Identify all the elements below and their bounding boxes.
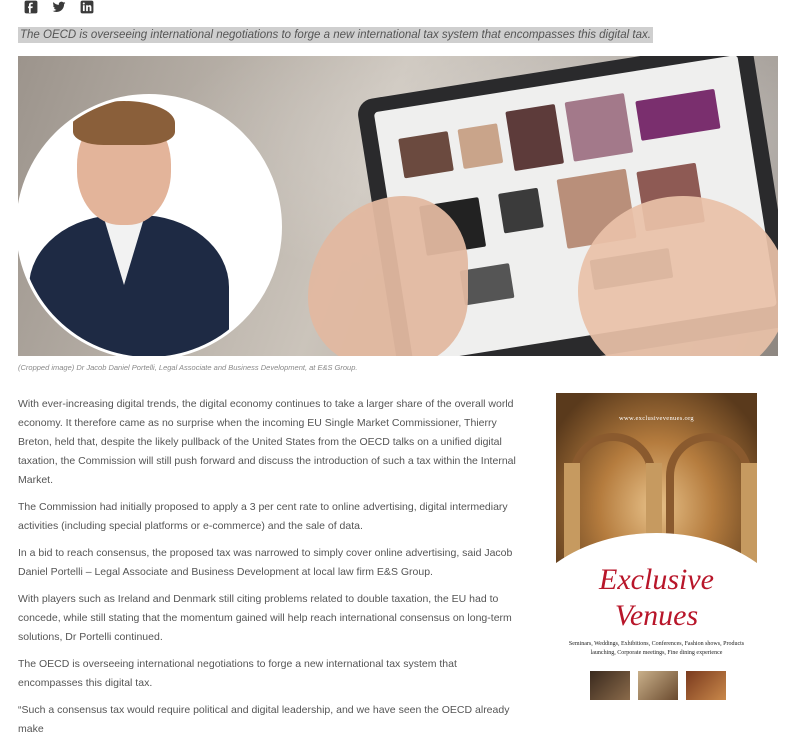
article-paragraph: The OECD is overseeing international neg… <box>18 658 457 689</box>
article-paragraph: The Commission had initially proposed to… <box>18 501 508 532</box>
twitter-icon[interactable] <box>52 0 66 14</box>
pull-quote: The OECD is overseeing international neg… <box>18 27 653 43</box>
linkedin-icon[interactable] <box>80 0 94 14</box>
article-paragraph: In a bid to reach consensus, the propose… <box>18 547 513 578</box>
social-share-bar <box>24 0 94 14</box>
ad-thumbnails <box>590 671 726 700</box>
exclusive-venues-ad[interactable]: www.exclusivevenues.org Exclusive Venues… <box>556 393 757 700</box>
article-paragraph: With players such as Ireland and Denmark… <box>18 593 512 643</box>
ad-brand-line2: Venues <box>614 599 699 632</box>
facebook-icon[interactable] <box>24 0 38 14</box>
ad-tagline: Seminars, Weddings, Exhibitions, Confere… <box>568 641 745 656</box>
article-paragraph: “Such a consensus tax would require poli… <box>18 704 510 735</box>
ad-url: www.exclusivevenues.org <box>619 415 694 422</box>
portrait-photo <box>18 94 282 356</box>
ad-thumbnail <box>638 671 678 700</box>
ad-thumbnail <box>590 671 630 700</box>
article-body: With ever-increasing digital trends, the… <box>18 395 518 747</box>
ad-brand-line1: Exclusive <box>599 563 714 596</box>
article-paragraph: With ever-increasing digital trends, the… <box>18 398 516 486</box>
ad-thumbnail <box>686 671 726 700</box>
hero-image <box>18 56 778 356</box>
image-caption: (Cropped image) Dr Jacob Daniel Portelli… <box>18 363 358 372</box>
